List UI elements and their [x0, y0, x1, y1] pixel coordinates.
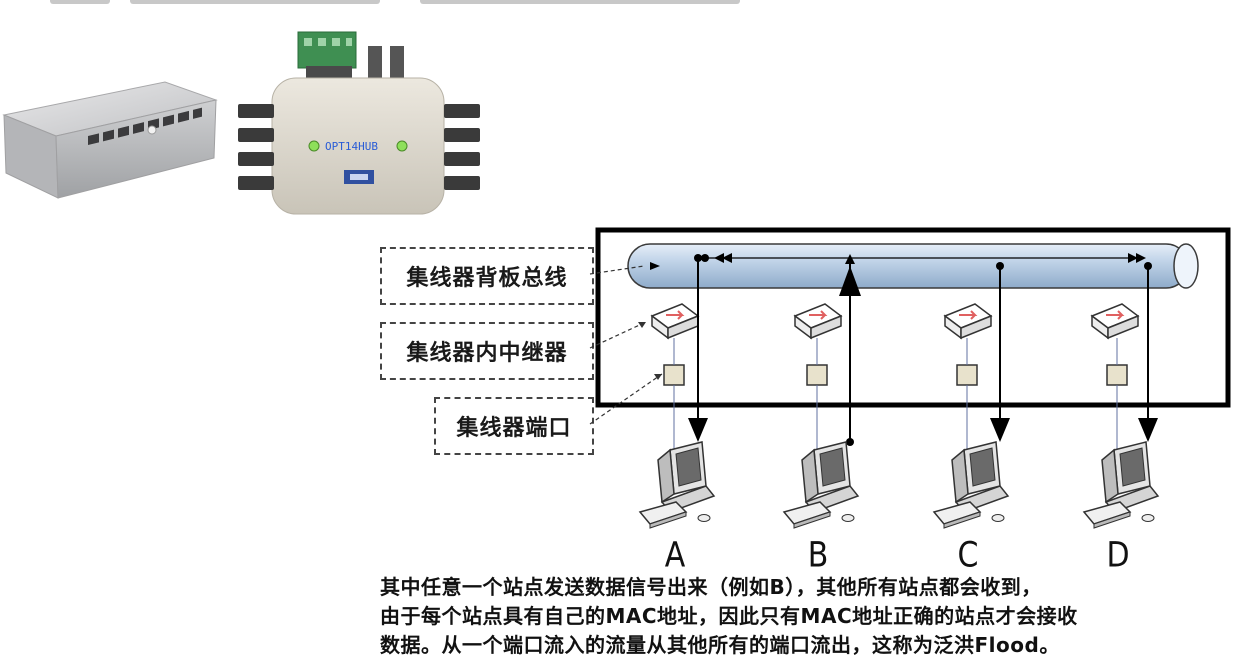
hub-brand-label: OPT14HUB — [325, 140, 378, 153]
station-label-d: D — [1106, 535, 1130, 576]
repeater-icon — [943, 303, 993, 340]
slide: OPT14HUB 集线器背板总线 集线器内中继器 集线器端口 A B C D 其… — [0, 0, 1250, 668]
station-column-c — [943, 262, 1010, 452]
legend-leader-lines — [589, 265, 663, 425]
hub-photo-ethernet — [2, 81, 218, 199]
port-icon — [956, 364, 978, 386]
legend-repeater-label: 集线器内中继器 — [406, 341, 568, 366]
repeater-icon — [1090, 303, 1140, 340]
caption-line-1: 其中任意一个站点发送数据信号出来（例如B），其他所有站点都会收到， — [380, 575, 1042, 599]
caption-line-2: 由于每个站点具有自己的MAC地址，因此只有MAC地址正确的站点才会接收 — [380, 604, 1078, 628]
station-label-c: C — [957, 535, 979, 576]
station-label-a: A — [664, 535, 686, 576]
computer-icon-c — [932, 441, 1010, 529]
port-icon — [1106, 364, 1128, 386]
backplane-bus — [627, 243, 1199, 289]
legend-backplane-bus-label: 集线器背板总线 — [406, 266, 568, 291]
repeater-icon — [793, 303, 843, 340]
slide-title-fragment — [0, 0, 760, 6]
legend-port: 集线器端口 — [434, 397, 594, 455]
hub-diagram — [595, 227, 1231, 529]
computer-icon-b — [782, 441, 860, 529]
hub-photo-fiber: OPT14HUB — [238, 31, 480, 215]
legend-port-label: 集线器端口 — [456, 416, 572, 441]
legend-repeater: 集线器内中继器 — [380, 322, 594, 380]
legend-backplane-bus: 集线器背板总线 — [380, 247, 594, 305]
caption-line-3: 数据。从一个端口流入的流量从其他所有的端口流出，这称为泛洪Flood。 — [380, 633, 1060, 657]
explanation-caption: 其中任意一个站点发送数据信号出来（例如B），其他所有站点都会收到， 由于每个站点… — [380, 573, 1240, 660]
port-icon — [806, 364, 828, 386]
computer-icon-d — [1082, 441, 1160, 529]
station-label-b: B — [807, 535, 829, 576]
computer-icon-a — [638, 441, 716, 529]
station-column-d — [1090, 262, 1158, 452]
